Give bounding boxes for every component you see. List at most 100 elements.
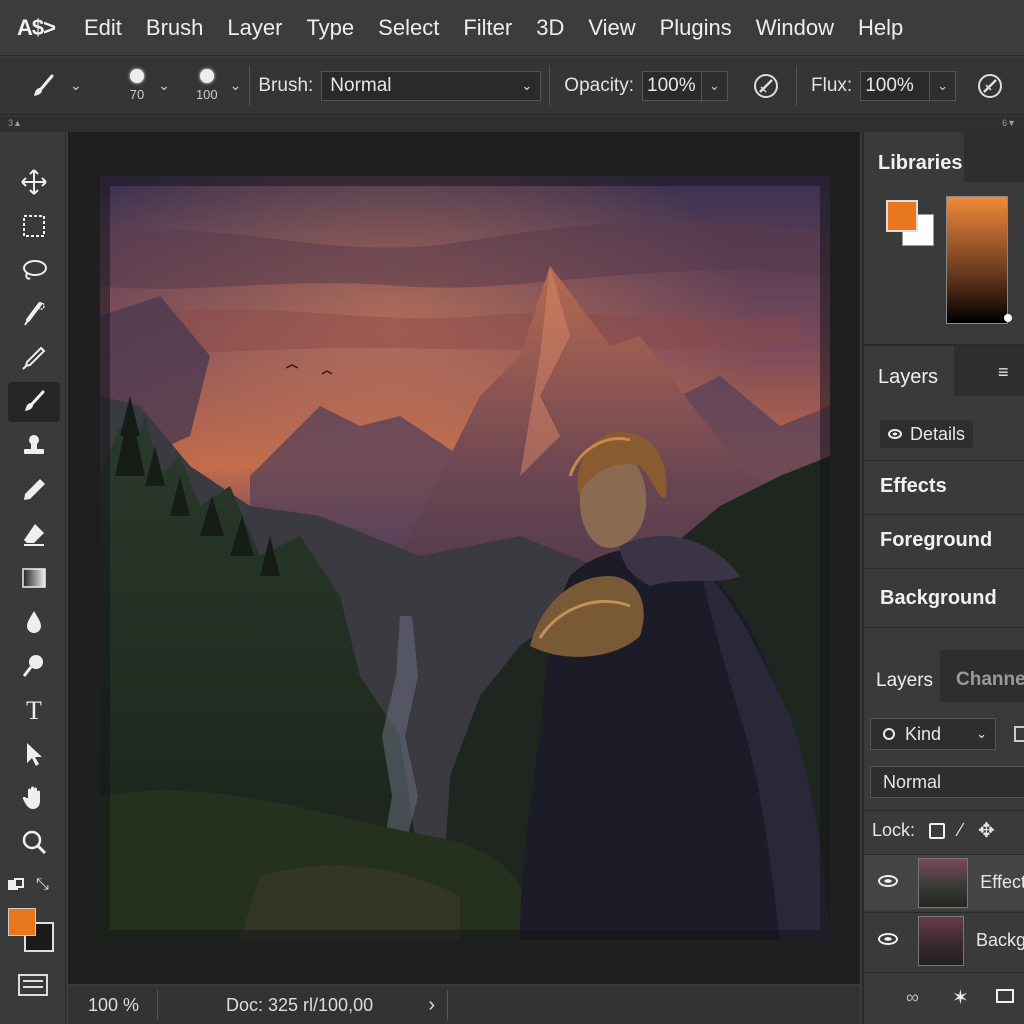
search-icon — [883, 728, 895, 740]
brush-size-picker-1[interactable]: 70 ⌄ — [90, 57, 178, 114]
document-canvas[interactable] — [100, 176, 830, 940]
menu-filter[interactable]: Filter — [451, 0, 524, 56]
document-info[interactable]: Doc: 325 rl/100,00 › — [158, 990, 448, 1020]
artwork-image — [100, 176, 830, 940]
chevron-down-icon: ⌄ — [70, 77, 82, 93]
quick-selection-tool[interactable] — [8, 294, 60, 334]
list-item-label: Background — [880, 586, 997, 609]
gradient-tool[interactable] — [8, 558, 60, 598]
type-tool[interactable]: T — [8, 690, 60, 730]
kind-filter-label: Kind — [905, 723, 942, 744]
foreground-color-swatch[interactable] — [8, 908, 36, 936]
menu-brush[interactable]: Brush — [134, 0, 215, 56]
opacity-dropdown[interactable]: ⌄ — [702, 70, 728, 101]
chevron-down-icon: ⌄ — [976, 726, 987, 741]
chevron-down-icon: ⌄ — [709, 77, 720, 93]
opacity-field[interactable]: 100% — [642, 70, 702, 101]
new-layer-icon[interactable] — [996, 989, 1014, 1003]
brush-tip-icon — [129, 69, 144, 83]
details-button[interactable]: Details — [880, 420, 974, 448]
panel-fg-color-swatch[interactable] — [886, 200, 918, 232]
brush-size-picker-2[interactable]: 100 ⌄ — [178, 57, 249, 114]
brush-mode-value: Normal — [330, 74, 392, 96]
chevron-down-icon: ⌄ — [158, 77, 170, 93]
tab-channels[interactable]: Channe — [956, 669, 1024, 691]
layer-thumbnail — [918, 857, 969, 908]
menu-view[interactable]: View — [576, 0, 647, 56]
swap-colors-icon[interactable]: ⤡ — [36, 876, 49, 894]
menu-type[interactable]: Type — [294, 0, 366, 56]
marquee-icon — [23, 215, 45, 237]
eye-visibility-icon[interactable] — [878, 933, 898, 945]
brush-tool[interactable] — [8, 382, 60, 422]
link-layers-icon[interactable]: ∞ — [906, 987, 919, 1008]
filter-image-icon[interactable] — [1014, 726, 1024, 742]
brush-mode-select[interactable]: Normal ⌄ — [321, 70, 542, 101]
eyedropper-tool[interactable] — [8, 338, 60, 378]
lasso-tool[interactable] — [8, 250, 60, 290]
lock-brush-icon[interactable]: ⁄ — [959, 820, 962, 841]
list-item-foreground[interactable]: Foreground — [864, 514, 1024, 566]
lock-position-icon[interactable]: ✥ — [978, 818, 995, 843]
color-picker-handle[interactable] — [1004, 314, 1012, 322]
layer-row-effect[interactable]: Effect — [864, 854, 1024, 910]
menu-select[interactable]: Select — [366, 0, 451, 56]
layers-footer: ∞ ✶ — [864, 972, 1024, 1024]
airbrush-toggle[interactable] — [964, 57, 1012, 114]
tools-panel: T ⤡ — [0, 132, 66, 1024]
brush-icon — [25, 390, 45, 411]
app-logo[interactable]: A$> — [0, 15, 72, 41]
path-selection-tool[interactable] — [8, 734, 60, 774]
marquee-tool[interactable] — [8, 206, 60, 246]
menu-layer[interactable]: Layer — [215, 0, 294, 56]
details-label: Details — [910, 423, 966, 444]
stamp-tool[interactable] — [8, 426, 60, 466]
menu-plugins[interactable]: Plugins — [648, 0, 744, 56]
hand-icon — [22, 786, 40, 809]
layer-row-background[interactable]: Backg — [864, 912, 1024, 968]
eraser-icon — [24, 524, 44, 546]
move-tool[interactable] — [8, 162, 60, 202]
flux-field[interactable]: 100% — [860, 70, 931, 101]
zoom-tool[interactable] — [8, 822, 60, 862]
right-panel-dock: Libraries Layers ≡ Details Effects Foreg… — [862, 132, 1024, 1024]
menu-3d[interactable]: 3D — [524, 0, 576, 56]
menu-edit[interactable]: Edit — [72, 0, 134, 56]
lock-pixels-icon[interactable] — [929, 822, 946, 839]
default-colors-icon[interactable] — [8, 878, 26, 892]
ruler-left-marker: 3▲ — [8, 118, 22, 128]
hand-tool[interactable] — [8, 778, 60, 818]
list-item-background[interactable]: Background — [864, 568, 1024, 628]
menu-help[interactable]: Help — [846, 0, 915, 56]
fx-effects-icon[interactable]: ✶ — [952, 985, 969, 1010]
dodge-tool[interactable] — [8, 646, 60, 686]
brush-size-2-value: 100 — [195, 87, 218, 102]
flux-dropdown[interactable]: ⌄ — [930, 70, 957, 101]
tab-libraries-label: Libraries — [878, 152, 963, 174]
menu-bar: A$> Edit Brush Layer Type Select Filter … — [0, 0, 1024, 56]
pencil-tool[interactable] — [8, 470, 60, 510]
canvas-area[interactable] — [68, 132, 860, 984]
zoom-level-value: 100 % — [87, 994, 140, 1015]
blur-tool[interactable] — [8, 602, 60, 642]
pen-pressure-icon — [754, 73, 778, 98]
list-item-effects[interactable]: Effects — [864, 460, 1024, 512]
chevron-down-icon: ⌄ — [229, 77, 242, 93]
opacity-label: Opacity: — [564, 74, 634, 96]
eye-visibility-icon[interactable] — [878, 875, 898, 887]
menu-window[interactable]: Window — [744, 0, 846, 56]
kind-filter-select[interactable]: Kind ⌄ — [870, 718, 996, 750]
chevron-right-icon: › — [428, 993, 435, 1016]
zoom-level-field[interactable]: 100 % — [70, 990, 158, 1020]
brush-mode-label: Brush: — [258, 74, 314, 96]
screen-mode-icon[interactable] — [18, 974, 48, 996]
lasso-icon — [23, 260, 47, 280]
color-picker-field[interactable] — [946, 196, 1008, 324]
panel-menu-icon[interactable]: ≡ — [998, 362, 1009, 383]
status-bar: 100 % Doc: 325 rl/100,00 › — [68, 986, 860, 1024]
chevron-down-icon: ⌄ — [937, 77, 949, 93]
eraser-tool[interactable] — [8, 514, 60, 554]
pressure-opacity-toggle[interactable] — [736, 57, 796, 114]
blend-mode-select[interactable]: Normal — [870, 766, 1024, 798]
tool-preset-picker[interactable]: ⌄ — [0, 57, 90, 114]
